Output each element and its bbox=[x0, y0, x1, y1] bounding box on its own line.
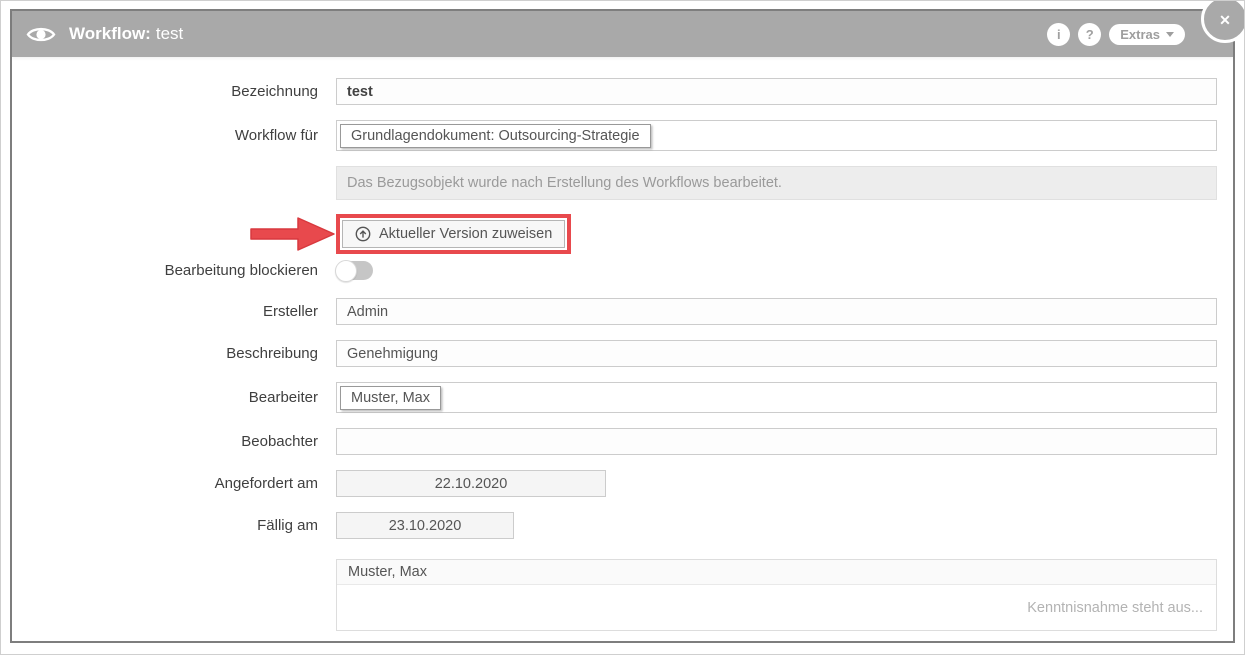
info-button[interactable]: i bbox=[1047, 23, 1070, 46]
ersteller-label: Ersteller bbox=[12, 303, 336, 320]
bearbeitung-blockieren-toggle[interactable] bbox=[336, 261, 373, 280]
bearbeitung-blockieren-label: Bearbeitung blockieren bbox=[12, 262, 336, 279]
faellig-am-input[interactable] bbox=[336, 512, 514, 539]
bezeichnung-label: Bezeichnung bbox=[12, 83, 336, 100]
red-highlight-box: Aktueller Version zuweisen bbox=[336, 214, 571, 254]
bezugsobjekt-notice: Das Bezugsobjekt wurde nach Erstellung d… bbox=[336, 166, 1217, 200]
beschreibung-input[interactable] bbox=[336, 340, 1217, 367]
form-row-faellig-am: Fällig am bbox=[12, 512, 1217, 539]
form-row-bearbeitung-blockieren: Bearbeitung blockieren bbox=[12, 261, 1217, 280]
faellig-am-label: Fällig am bbox=[12, 517, 336, 534]
ersteller-input[interactable] bbox=[336, 298, 1217, 325]
dialog-title-value: test bbox=[156, 24, 183, 43]
red-arrow-annotation bbox=[248, 216, 336, 252]
beobachter-label: Beobachter bbox=[12, 433, 336, 450]
bearbeiter-field[interactable]: Muster, Max bbox=[336, 382, 1217, 413]
beobachter-input[interactable] bbox=[336, 428, 1217, 455]
form-row-assign-version: Aktueller Version zuweisen bbox=[12, 214, 1217, 254]
workflow-fuer-field[interactable]: Grundlagendokument: Outsourcing-Strategi… bbox=[336, 120, 1217, 151]
workflow-dialog: Workflow: test i ? Extras ✕ Bezeichnung bbox=[10, 9, 1235, 643]
screenshot-frame: Workflow: test i ? Extras ✕ Bezeichnung bbox=[0, 0, 1245, 655]
chevron-down-icon bbox=[1166, 32, 1174, 37]
upload-circle-icon bbox=[355, 226, 371, 242]
acknowledgement-person[interactable]: Muster, Max bbox=[337, 560, 1216, 585]
workflow-fuer-label: Workflow für bbox=[12, 127, 336, 144]
angefordert-am-label: Angefordert am bbox=[12, 475, 336, 492]
dialog-titlebar: Workflow: test i ? Extras ✕ bbox=[12, 11, 1233, 57]
form-row-notice: Das Bezugsobjekt wurde nach Erstellung d… bbox=[12, 166, 1217, 214]
beschreibung-label: Beschreibung bbox=[12, 345, 336, 362]
titlebar-actions: i ? Extras bbox=[1047, 23, 1219, 46]
dialog-title: Workflow: test bbox=[69, 24, 183, 44]
assign-button-label: Aktueller Version zuweisen bbox=[379, 226, 552, 242]
bearbeiter-label: Bearbeiter bbox=[12, 389, 336, 406]
dialog-content: Bezeichnung Workflow für Grundlagendokum… bbox=[12, 57, 1233, 631]
form-row-workflow-fuer: Workflow für Grundlagendokument: Outsour… bbox=[12, 120, 1217, 151]
form-row-beschreibung: Beschreibung bbox=[12, 340, 1217, 367]
bearbeiter-chip[interactable]: Muster, Max bbox=[340, 386, 441, 410]
form-row-beobachter: Beobachter bbox=[12, 428, 1217, 455]
assign-current-version-button[interactable]: Aktueller Version zuweisen bbox=[342, 220, 565, 248]
workflow-reference-chip[interactable]: Grundlagendokument: Outsourcing-Strategi… bbox=[340, 124, 651, 148]
acknowledgement-status: Kenntnisnahme steht aus... bbox=[337, 585, 1216, 630]
help-button[interactable]: ? bbox=[1078, 23, 1101, 46]
dialog-title-prefix: Workflow: bbox=[69, 24, 151, 43]
extras-label: Extras bbox=[1120, 27, 1160, 42]
form-row-angefordert-am: Angefordert am bbox=[12, 470, 1217, 497]
extras-dropdown-button[interactable]: Extras bbox=[1109, 24, 1185, 45]
form-row-bearbeiter: Bearbeiter Muster, Max bbox=[12, 382, 1217, 413]
form-row-ersteller: Ersteller bbox=[12, 298, 1217, 325]
form-row-acknowledgement: Muster, Max Kenntnisnahme steht aus... bbox=[12, 559, 1217, 631]
bezeichnung-input[interactable] bbox=[336, 78, 1217, 105]
angefordert-am-input[interactable] bbox=[336, 470, 606, 497]
toggle-knob bbox=[335, 260, 357, 282]
acknowledgement-box: Muster, Max Kenntnisnahme steht aus... bbox=[336, 559, 1217, 631]
form-row-bezeichnung: Bezeichnung bbox=[12, 78, 1217, 105]
eye-icon bbox=[26, 24, 56, 45]
close-icon: ✕ bbox=[1219, 12, 1231, 29]
